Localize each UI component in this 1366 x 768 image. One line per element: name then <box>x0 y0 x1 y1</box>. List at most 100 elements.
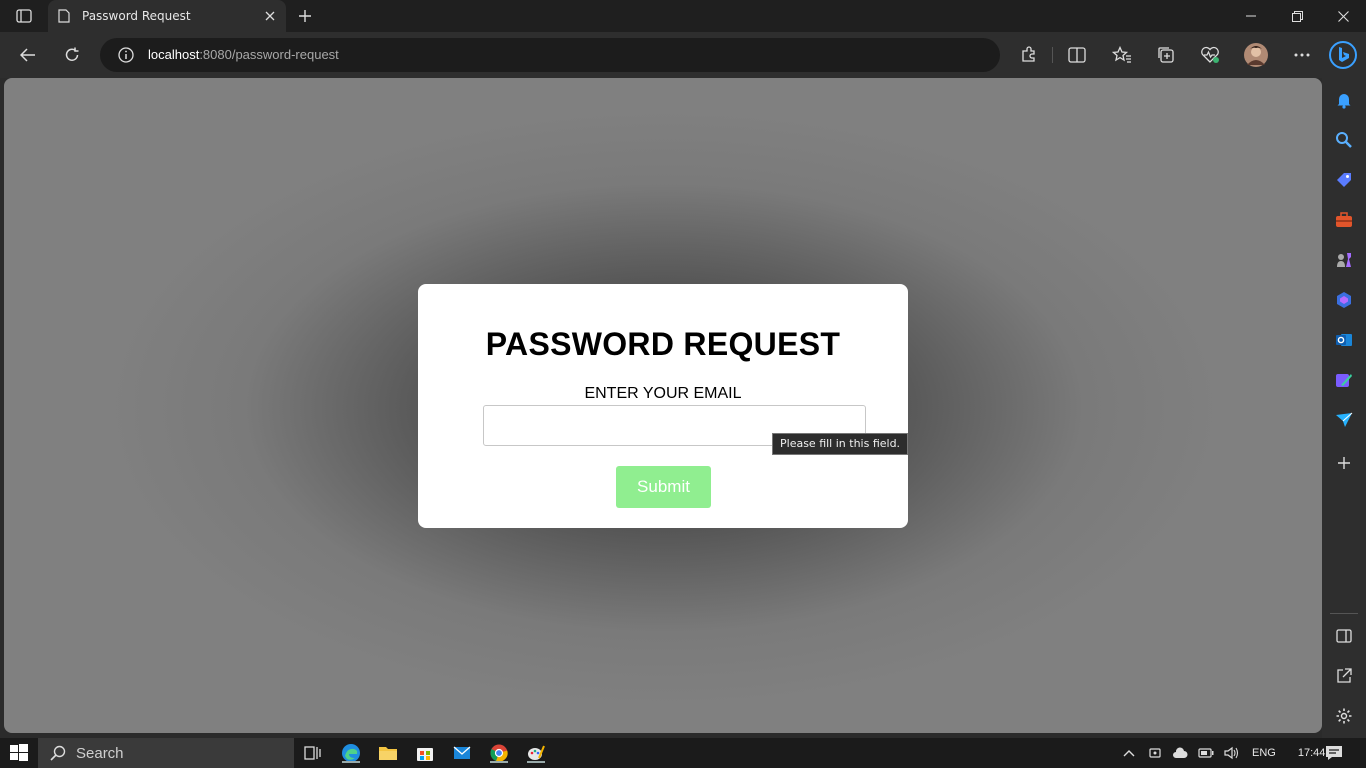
taskbar-paint[interactable] <box>525 743 547 763</box>
minimize-icon <box>1246 15 1256 17</box>
paint-icon <box>528 745 545 760</box>
open-external-button[interactable] <box>1334 666 1354 686</box>
windows-logo-icon <box>10 744 28 761</box>
refresh-button[interactable] <box>57 40 87 70</box>
bing-icon <box>1329 41 1357 69</box>
close-window-button[interactable] <box>1320 0 1366 32</box>
edge-sidebar <box>1322 78 1366 738</box>
page-title: PASSWORD REQUEST <box>485 326 841 362</box>
windows-taskbar: Search ENG 17:44 <box>0 738 1366 768</box>
hide-sidebar-button[interactable] <box>1334 626 1354 646</box>
chess-icon <box>1337 253 1351 267</box>
designer-icon <box>1336 374 1352 387</box>
shopping-button[interactable] <box>1334 170 1354 190</box>
chevron-up-icon[interactable] <box>1122 748 1136 758</box>
microsoft-365-button[interactable] <box>1334 290 1354 310</box>
puzzle-icon <box>1022 46 1035 62</box>
back-arrow-icon <box>20 48 35 62</box>
tab-actions-button[interactable] <box>8 4 40 28</box>
mail-icon <box>453 746 471 759</box>
outlook-icon <box>1336 334 1352 346</box>
close-icon <box>265 11 275 21</box>
url-path: :8080/password-request <box>199 47 339 62</box>
games-button[interactable] <box>1334 250 1354 270</box>
volume-icon[interactable] <box>1224 746 1240 760</box>
tab-actions-icon <box>16 9 32 23</box>
search-sidebar-button[interactable] <box>1334 130 1354 150</box>
outlook-button[interactable] <box>1334 330 1354 350</box>
browser-essentials-button[interactable] <box>1195 40 1225 70</box>
profile-avatar[interactable] <box>1241 40 1271 70</box>
sidebar-settings-button[interactable] <box>1334 706 1354 726</box>
split-screen-icon <box>1068 47 1086 63</box>
password-request-dialog: PASSWORD REQUEST ENTER YOUR EMAIL Submit <box>418 284 908 528</box>
minimize-button[interactable] <box>1228 0 1274 32</box>
restore-button[interactable] <box>1274 0 1320 32</box>
task-view-icon <box>304 746 321 760</box>
avatar-icon <box>1244 43 1268 67</box>
running-indicator <box>490 761 508 763</box>
refresh-icon <box>65 47 79 61</box>
sidebar-panel-icon <box>1336 629 1352 643</box>
taskbar-chrome[interactable] <box>488 743 510 763</box>
tab-close-button[interactable] <box>262 8 278 24</box>
favorites-icon <box>1112 46 1131 63</box>
chrome-icon <box>490 744 508 762</box>
more-dots-icon <box>1294 53 1310 57</box>
heart-pulse-icon <box>1201 46 1219 63</box>
browser-tab[interactable]: Password Request <box>48 0 286 32</box>
notifications-button[interactable] <box>1334 90 1354 110</box>
browser-titlebar: Password Request <box>0 0 1366 32</box>
extensions-button[interactable] <box>1014 40 1044 70</box>
back-button[interactable] <box>13 40 43 70</box>
notification-center-button[interactable] <box>1323 743 1345 763</box>
page-icon <box>58 9 70 23</box>
info-icon[interactable] <box>118 47 134 63</box>
drop-button[interactable] <box>1334 410 1354 430</box>
toolbar-divider <box>1052 47 1053 63</box>
url-host: localhost <box>148 47 200 62</box>
cloud-icon[interactable] <box>1172 747 1188 759</box>
tools-button[interactable] <box>1334 210 1354 230</box>
collections-icon <box>1158 47 1174 63</box>
search-icon <box>1336 132 1352 148</box>
add-sidebar-app-button[interactable] <box>1334 453 1354 473</box>
taskbar-store[interactable] <box>414 743 436 763</box>
sidebar-divider <box>1330 613 1358 614</box>
taskbar-search[interactable]: Search <box>38 738 294 768</box>
active-indicator <box>342 761 360 763</box>
close-icon <box>1337 10 1349 22</box>
email-label: ENTER YOUR EMAIL <box>584 385 742 402</box>
clock[interactable]: 17:44 <box>1298 747 1326 759</box>
bing-copilot-button[interactable] <box>1328 40 1358 70</box>
taskbar-edge[interactable] <box>340 743 362 763</box>
bell-icon <box>1337 94 1351 109</box>
page-viewport: PASSWORD REQUEST ENTER YOUR EMAIL Submit… <box>4 78 1322 733</box>
submit-button[interactable]: Submit <box>616 466 711 508</box>
plus-icon <box>299 10 311 22</box>
meet-now-icon[interactable] <box>1148 746 1162 760</box>
address-bar[interactable]: localhost:8080/password-request <box>100 38 1000 72</box>
plus-icon <box>1338 457 1350 469</box>
favorites-button[interactable] <box>1107 40 1137 70</box>
language-indicator[interactable]: ENG <box>1252 747 1276 759</box>
split-screen-button[interactable] <box>1062 40 1092 70</box>
designer-button[interactable] <box>1334 370 1354 390</box>
task-view-button[interactable] <box>301 743 323 763</box>
taskbar-file-explorer[interactable] <box>377 743 399 763</box>
folder-icon <box>379 747 397 760</box>
collections-button[interactable] <box>1151 40 1181 70</box>
m365-icon <box>1337 292 1351 308</box>
new-tab-button[interactable] <box>292 4 318 28</box>
start-button[interactable] <box>8 743 30 763</box>
send-icon <box>1336 412 1353 427</box>
search-placeholder: Search <box>76 744 124 762</box>
edge-icon <box>342 744 360 762</box>
search-icon <box>50 745 66 761</box>
settings-more-button[interactable] <box>1287 40 1317 70</box>
system-tray: ENG 17:44 <box>1122 738 1325 768</box>
url-text: localhost:8080/password-request <box>148 38 339 72</box>
taskbar-mail[interactable] <box>451 743 473 763</box>
store-icon <box>417 748 433 761</box>
battery-icon[interactable] <box>1198 748 1214 758</box>
